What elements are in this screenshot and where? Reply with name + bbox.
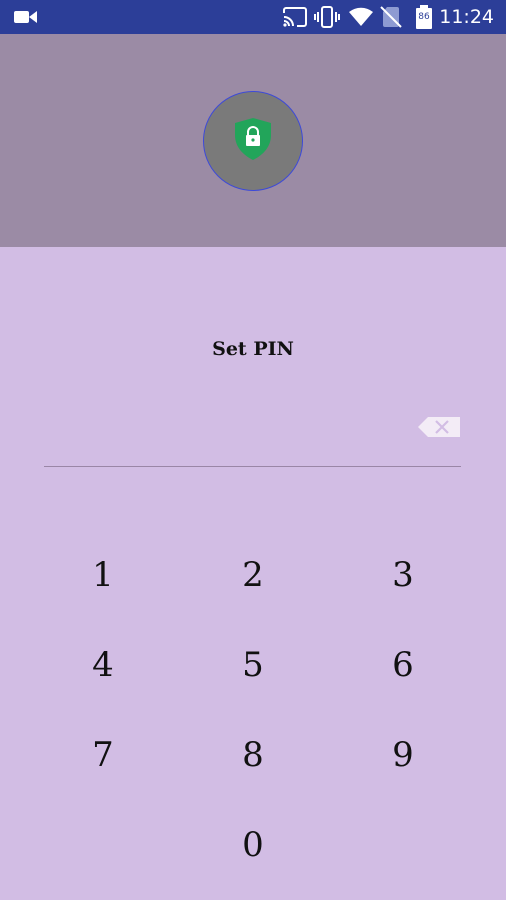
backspace-icon[interactable] bbox=[418, 417, 460, 437]
key-1[interactable]: 1 bbox=[43, 545, 163, 605]
pin-input-underline bbox=[44, 466, 461, 467]
status-bar: 86 11:24 bbox=[0, 0, 506, 34]
key-9[interactable]: 9 bbox=[343, 725, 463, 785]
key-6[interactable]: 6 bbox=[343, 635, 463, 695]
wifi-icon bbox=[348, 0, 374, 34]
key-7[interactable]: 7 bbox=[43, 725, 163, 785]
video-camera-icon bbox=[14, 0, 38, 34]
page-title: Set PIN bbox=[212, 338, 294, 360]
key-2[interactable]: 2 bbox=[193, 545, 313, 605]
key-0[interactable]: 0 bbox=[193, 815, 313, 875]
no-sim-icon bbox=[380, 0, 402, 34]
vibrate-icon bbox=[314, 0, 340, 34]
shield-avatar bbox=[203, 91, 303, 191]
key-3[interactable]: 3 bbox=[343, 545, 463, 605]
key-5[interactable]: 5 bbox=[193, 635, 313, 695]
key-8[interactable]: 8 bbox=[193, 725, 313, 785]
battery-level: 86 bbox=[418, 12, 430, 22]
battery-icon: 86 bbox=[414, 0, 434, 34]
key-4[interactable]: 4 bbox=[43, 635, 163, 695]
shield-lock-icon bbox=[234, 117, 272, 165]
header-banner bbox=[0, 34, 506, 247]
status-time: 11:24 bbox=[439, 6, 494, 28]
cast-icon bbox=[283, 0, 307, 34]
